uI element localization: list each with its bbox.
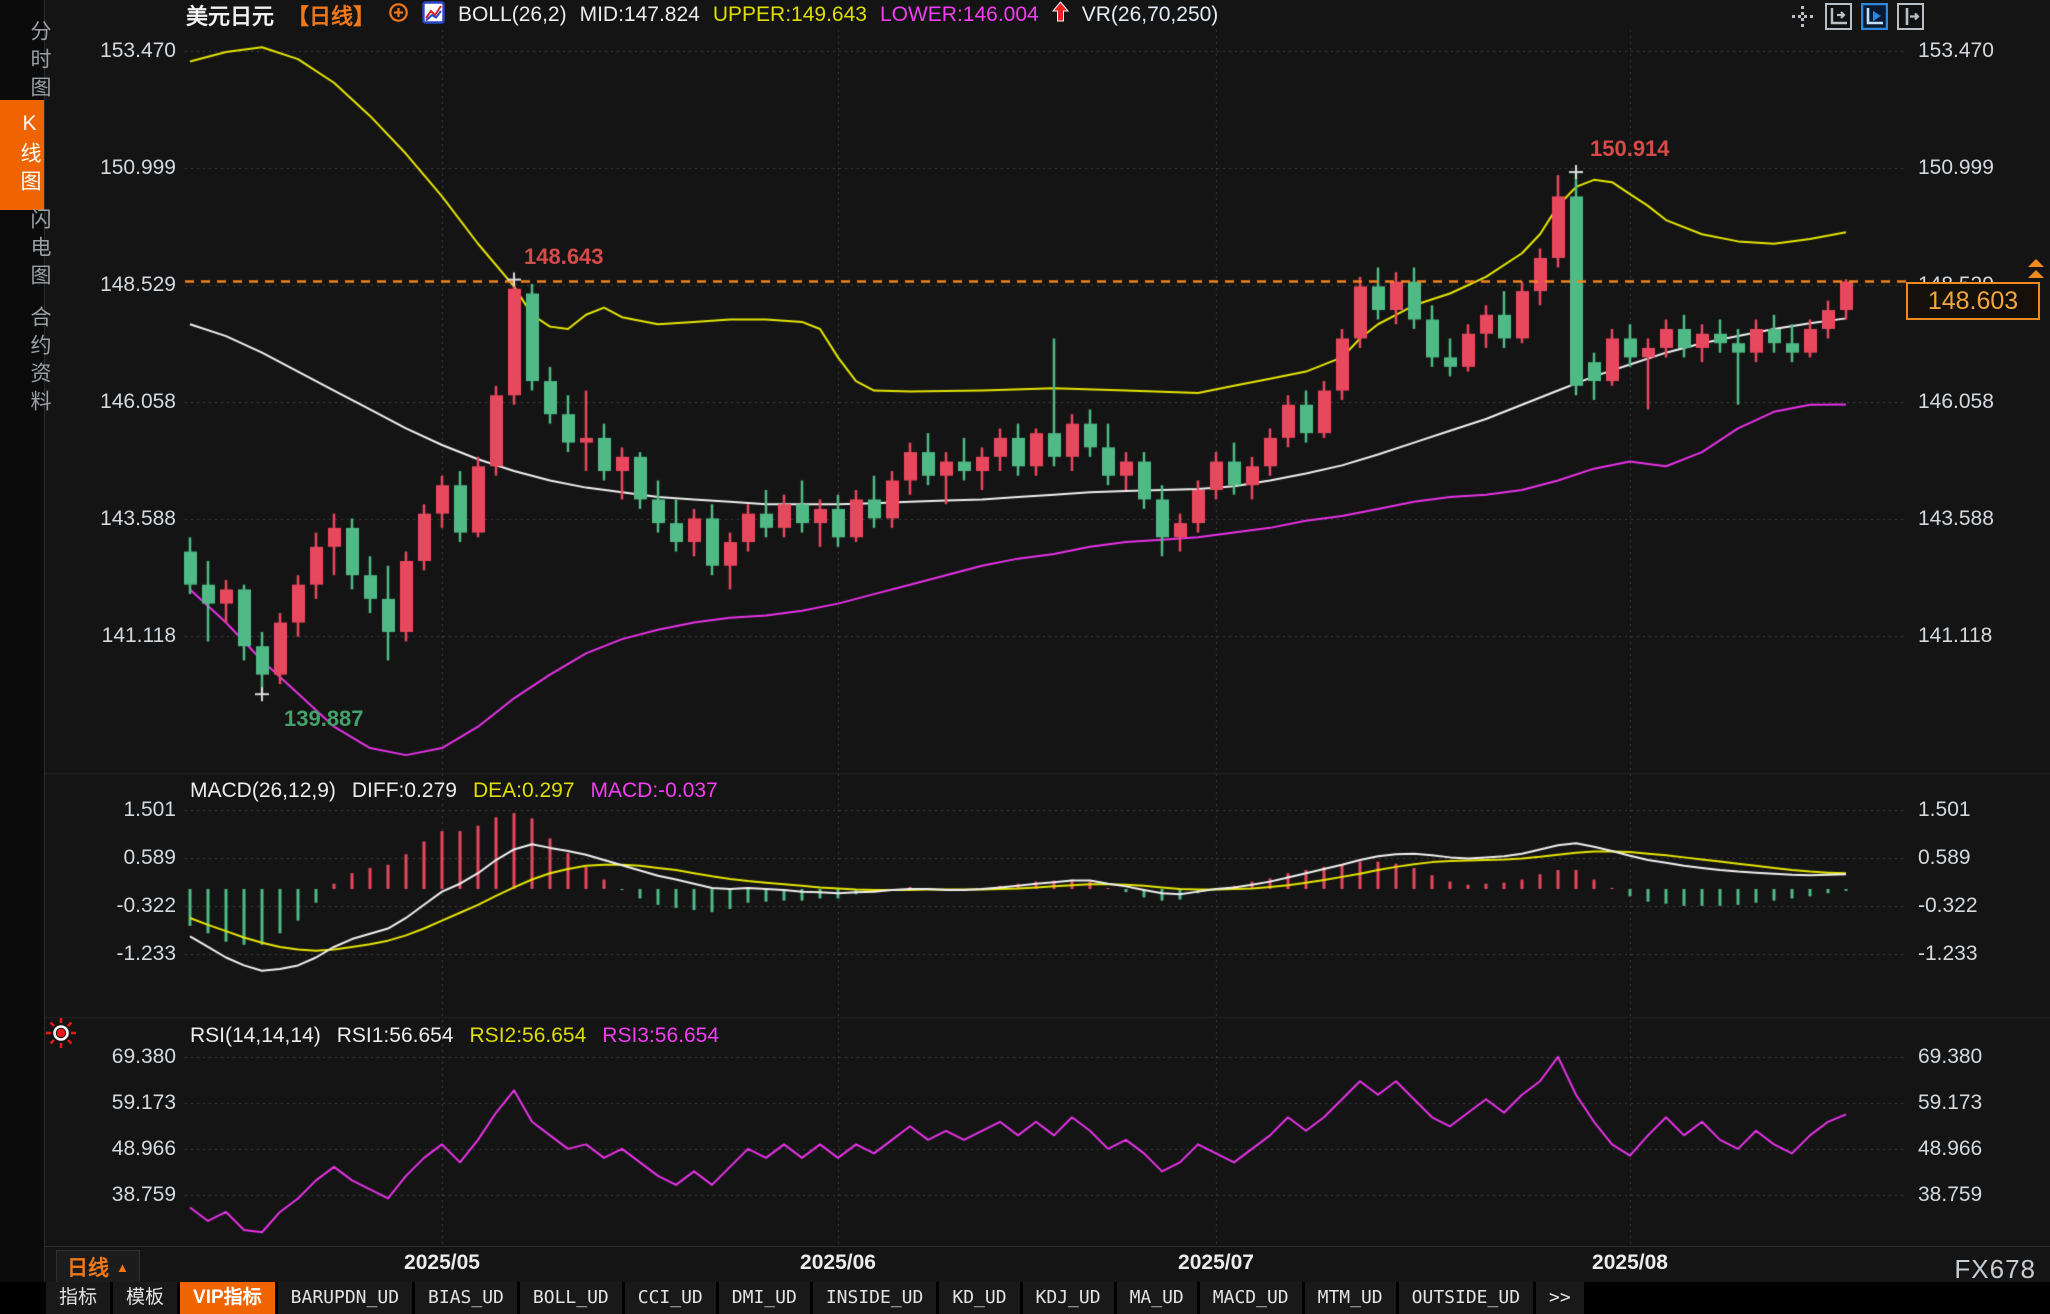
- arrow-up-icon: [1052, 1, 1069, 29]
- month-label-jun: 2025/06: [800, 1251, 876, 1275]
- rsi2-value: RSI2:56.654: [470, 1024, 587, 1048]
- price-tick-right-3: 146.058: [1918, 391, 2048, 413]
- macd-tick-left-1: 0.589: [46, 847, 176, 869]
- macd-tick-right-3: -1.233: [1918, 943, 2048, 965]
- month-label-jul: 2025/07: [1178, 1251, 1254, 1275]
- high-annotation-may: 148.643: [524, 244, 604, 270]
- tab-kd-ud[interactable]: KD_UD: [939, 1282, 1019, 1314]
- xaxis-separator: [44, 1246, 2050, 1247]
- brand-watermark: FX678: [1954, 1254, 2036, 1285]
- trading-app: { "sidebar": { "items": [ {"label": "分时图…: [0, 0, 2050, 1314]
- chart-canvas[interactable]: [0, 0, 2050, 1314]
- sidebar-item-flash-chart[interactable]: 闪电图: [10, 208, 54, 292]
- month-label-aug: 2025/08: [1592, 1251, 1668, 1275]
- chart-toolbar: [1789, 3, 1924, 30]
- rsi-tick-left-3: 38.759: [46, 1184, 176, 1206]
- macd-tick-left-0: 1.501: [46, 799, 176, 821]
- boll-upper: UPPER:149.643: [713, 3, 867, 27]
- month-label-may: 2025/05: [404, 1251, 480, 1275]
- last-price-box: 148.603: [1906, 282, 2040, 320]
- period-tag: 【日线】: [287, 0, 375, 31]
- boll-mid: MID:147.824: [580, 3, 700, 27]
- price-tick-left-3: 146.058: [46, 391, 176, 413]
- tab-ma-ud[interactable]: MA_UD: [1117, 1282, 1197, 1314]
- low-annotation-apr: 139.887: [284, 706, 364, 732]
- boll-lower: LOWER:146.004: [880, 3, 1039, 27]
- sidebar-item-time-chart[interactable]: 分时图: [10, 20, 54, 104]
- macd-value: MACD:-0.037: [591, 779, 718, 803]
- macd-tick-right-2: -0.322: [1918, 895, 2048, 917]
- tab-macd-ud[interactable]: MACD_UD: [1200, 1282, 1302, 1314]
- tab-indicators[interactable]: 指标: [46, 1282, 110, 1314]
- alert-burst-icon[interactable]: [44, 1016, 78, 1055]
- vr-label: VR(26,70,250): [1082, 3, 1219, 27]
- symbol-title: 美元日元: [186, 0, 274, 31]
- macd-title: MACD(26,12,9): [190, 779, 336, 803]
- crosshair-move-icon[interactable]: [1789, 3, 1816, 30]
- macd-tick-left-3: -1.233: [46, 943, 176, 965]
- tab-boll-ud[interactable]: BOLL_UD: [520, 1282, 622, 1314]
- price-tick-left-2: 148.529: [46, 274, 176, 296]
- indicator-chart-icon[interactable]: [422, 1, 445, 30]
- price-tick-left-4: 143.588: [46, 508, 176, 530]
- macd-dea-value: DEA:0.297: [473, 779, 575, 803]
- triangle-up-icon: ▲: [116, 1260, 129, 1275]
- tab-dmi-ud[interactable]: DMI_UD: [719, 1282, 810, 1314]
- rsi-header: RSI(14,14,14) RSI1:56.654 RSI2:56.654 RS…: [190, 1024, 719, 1048]
- tab-cci-ud[interactable]: CCI_UD: [625, 1282, 716, 1314]
- price-tick-left-0: 153.470: [46, 40, 176, 62]
- tab-inside-ud[interactable]: INSIDE_UD: [813, 1282, 937, 1314]
- sidebar-item-contract-info[interactable]: 合约资料: [10, 306, 54, 418]
- macd-tick-right-0: 1.501: [1918, 799, 2048, 821]
- rsi-tick-right-3: 38.759: [1918, 1184, 2048, 1206]
- price-tick-right-0: 153.470: [1918, 40, 2048, 62]
- price-tick-right-5: 141.118: [1918, 625, 2048, 647]
- indicator-tabbar: 指标 模板 VIP指标 BARUPDN_UD BIAS_UD BOLL_UD C…: [0, 1282, 2050, 1314]
- rsi-title: RSI(14,14,14): [190, 1024, 321, 1048]
- rsi-tick-right-2: 48.966: [1918, 1138, 2048, 1160]
- macd-tick-left-2: -0.322: [46, 895, 176, 917]
- chart-header: 美元日元 【日线】 BOLL(26,2) MID:147.824 UPPER:1…: [186, 1, 1218, 29]
- rsi-tick-right-0: 69.380: [1918, 1046, 2048, 1068]
- tab-more[interactable]: >>: [1536, 1282, 1584, 1314]
- price-tick-left-1: 150.999: [46, 157, 176, 179]
- sidebar-item-kline-chart[interactable]: K线图: [0, 100, 44, 210]
- macd-diff-value: DIFF:0.279: [352, 779, 457, 803]
- rsi1-value: RSI1:56.654: [337, 1024, 454, 1048]
- rsi3-value: RSI3:56.654: [602, 1024, 719, 1048]
- axis-collapse-icon[interactable]: [1897, 3, 1924, 30]
- high-annotation-aug: 150.914: [1590, 136, 1670, 162]
- tab-mtm-ud[interactable]: MTM_UD: [1305, 1282, 1396, 1314]
- tab-vip-indicators[interactable]: VIP指标: [180, 1282, 275, 1314]
- boll-name: BOLL(26,2): [458, 3, 567, 27]
- tab-barupdn-ud[interactable]: BARUPDN_UD: [278, 1282, 412, 1314]
- tab-bias-ud[interactable]: BIAS_UD: [415, 1282, 517, 1314]
- rsi-tick-left-1: 59.173: [46, 1092, 176, 1114]
- period-selector-label: 日线: [67, 1252, 109, 1282]
- auto-scroll-play-icon[interactable]: [1861, 3, 1888, 30]
- left-sidebar: 分时图 K线图 闪电图 合约资料: [0, 0, 45, 1314]
- double-up-arrow-icon[interactable]: [2027, 258, 2045, 287]
- price-tick-right-1: 150.999: [1918, 157, 2048, 179]
- tab-templates[interactable]: 模板: [113, 1282, 177, 1314]
- price-tick-left-5: 141.118: [46, 625, 176, 647]
- macd-header: MACD(26,12,9) DIFF:0.279 DEA:0.297 MACD:…: [190, 779, 718, 803]
- price-tick-right-4: 143.588: [1918, 508, 2048, 530]
- period-selector[interactable]: 日线 ▲: [56, 1250, 140, 1284]
- add-circle-icon[interactable]: [388, 2, 409, 29]
- tab-outside-ud[interactable]: OUTSIDE_UD: [1399, 1282, 1533, 1314]
- macd-tick-right-1: 0.589: [1918, 847, 2048, 869]
- rsi-tick-left-2: 48.966: [46, 1138, 176, 1160]
- rsi-tick-right-1: 59.173: [1918, 1092, 2048, 1114]
- fit-horizontal-icon[interactable]: [1825, 3, 1852, 30]
- tab-kdj-ud[interactable]: KDJ_UD: [1023, 1282, 1114, 1314]
